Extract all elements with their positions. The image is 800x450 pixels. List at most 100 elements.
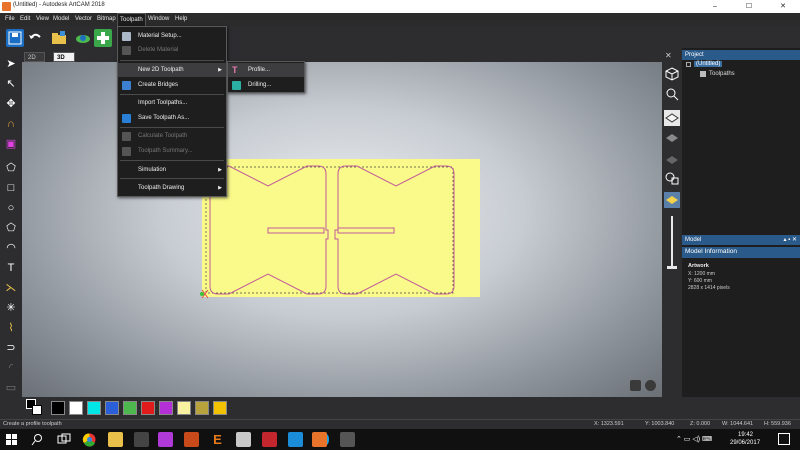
arc-icon[interactable]: ◠ <box>3 240 19 256</box>
menu-model[interactable]: Model <box>51 13 71 26</box>
menu-item-new-2d-toolpath[interactable]: New 2D Toolpath ▶ <box>118 63 226 77</box>
visual-studio-icon[interactable] <box>158 432 173 447</box>
menu-item-material-setup[interactable]: Material Setup... <box>118 29 226 43</box>
palette-swatch-olive[interactable] <box>195 401 209 415</box>
maximize-button[interactable]: ☐ <box>732 0 766 13</box>
menu-item-delete-material[interactable]: Delete Material <box>118 43 226 57</box>
file-explorer-icon[interactable] <box>108 432 123 447</box>
menu-item-label: Save Toolpath As... <box>138 115 190 121</box>
vector-path-icon[interactable]: ⋋ <box>3 280 19 296</box>
star-icon[interactable]: ✳ <box>3 300 19 316</box>
system-tray-icons[interactable]: ⌃ ▭ ◁) ⌨ <box>676 435 712 443</box>
menu-view[interactable]: View <box>34 13 51 26</box>
weld-icon[interactable]: ⌇ <box>3 320 19 336</box>
layer-gray-icon[interactable] <box>664 130 680 146</box>
text-icon[interactable]: T <box>3 260 19 276</box>
bitmap-layer-icon[interactable] <box>664 170 680 186</box>
node-edit-icon[interactable]: ↖ <box>3 76 19 92</box>
tab-2d-view[interactable]: 2D View <box>24 52 45 71</box>
status-h: H: 559.936 <box>764 421 791 427</box>
panel-close-icon[interactable]: ✕ <box>665 51 672 60</box>
menu-item-toolpath-drawing[interactable]: Toolpath Drawing ▶ <box>118 181 226 195</box>
close-button[interactable]: ✕ <box>766 0 800 13</box>
panel-pin-icon[interactable]: ▴ ▪ ✕ <box>784 235 798 245</box>
menu-item-import-toolpaths[interactable]: Import Toolpaths... <box>118 96 226 110</box>
menu-item-calculate-toolpath[interactable]: Calculate Toolpath <box>118 129 226 143</box>
palette-swatch-gold[interactable] <box>213 401 227 415</box>
tools-icon[interactable] <box>236 432 251 447</box>
chrome-icon[interactable] <box>82 432 97 447</box>
project-toolpaths-item[interactable]: Toolpaths <box>709 71 735 77</box>
undo-icon[interactable] <box>26 29 44 47</box>
submenu-arrow-icon: ▶ <box>218 67 222 73</box>
model-info-header[interactable]: Model Information <box>682 247 800 258</box>
palette-swatch-black[interactable] <box>51 401 65 415</box>
menu-file[interactable]: File <box>3 13 17 26</box>
menu-item-simulation[interactable]: Simulation ▶ <box>118 163 226 177</box>
magnet-icon[interactable]: ∩ <box>3 116 19 132</box>
circle-icon[interactable]: ○ <box>3 200 19 216</box>
menu-window[interactable]: Window <box>146 13 171 26</box>
menu-help[interactable]: Help <box>173 13 189 26</box>
menu-item-profile[interactable]: T Profile... <box>228 63 304 77</box>
project-root-item[interactable]: (Untitled) <box>694 61 723 67</box>
menu-item-toolpath-summary[interactable]: Toolpath Summary... <box>118 144 226 158</box>
arduino-icon[interactable] <box>288 432 303 447</box>
menu-item-drilling[interactable]: Drilling... <box>228 78 304 92</box>
open-folder-icon[interactable] <box>50 29 68 47</box>
windows-start-icon[interactable] <box>4 432 19 447</box>
opacity-slider-thumb[interactable] <box>667 266 677 269</box>
palette-swatch-green[interactable] <box>123 401 137 415</box>
artcam-taskbar-icon[interactable] <box>312 432 327 447</box>
clock-date[interactable]: 29/06/2017 <box>730 440 760 446</box>
menu-toolpath[interactable]: Toolpath <box>117 13 146 26</box>
view-cube-icon[interactable] <box>664 66 680 82</box>
palette-swatch-red[interactable] <box>141 401 155 415</box>
secondary-color-swatch[interactable] <box>32 405 42 415</box>
opacity-slider-track[interactable] <box>671 216 673 268</box>
minimize-button[interactable]: – <box>698 0 732 13</box>
tab-3d-view[interactable]: 3D View <box>53 52 75 71</box>
fillet-icon[interactable]: ◜ <box>3 360 19 376</box>
palette-swatch-cyan[interactable] <box>87 401 101 415</box>
menu-vector[interactable]: Vector <box>73 13 94 26</box>
palette-swatch-pale-yellow[interactable] <box>177 401 191 415</box>
layer-white-icon[interactable] <box>664 110 680 126</box>
menu-item-save-toolpath-as[interactable]: Save Toolpath As... <box>118 111 226 125</box>
action-center-icon[interactable] <box>778 433 790 445</box>
clock-time[interactable]: 19:42 <box>738 432 753 438</box>
solidworks-icon[interactable] <box>262 432 277 447</box>
polygon-icon[interactable]: ⬠ <box>3 220 19 236</box>
app-e-icon[interactable]: E <box>210 432 225 447</box>
save-icon[interactable] <box>6 29 24 47</box>
github-icon[interactable] <box>134 432 149 447</box>
menu-item-create-bridges[interactable]: Create Bridges <box>118 78 226 92</box>
polyline-icon[interactable]: ⬠ <box>3 160 19 176</box>
project-panel: Project (Untitled) Toolpaths <box>682 48 800 233</box>
menu-edit[interactable]: Edit <box>18 13 32 26</box>
palette-swatch-blue[interactable] <box>105 401 119 415</box>
rectangle-icon[interactable]: □ <box>3 180 19 196</box>
microphone-icon[interactable] <box>630 380 641 391</box>
extend-icon[interactable]: ▭ <box>3 380 19 396</box>
task-view-icon[interactable] <box>56 432 71 447</box>
palette-swatch-purple[interactable] <box>159 401 173 415</box>
transform-icon[interactable]: ✥ <box>3 96 19 112</box>
menu-item-label: Drilling... <box>248 82 272 88</box>
windows-taskbar: E ⌃ ▭ ◁) ⌨ 19:42 29/06/2017 <box>0 429 800 450</box>
add-icon[interactable] <box>94 29 112 47</box>
layer-yellow-icon[interactable] <box>664 192 680 208</box>
view-eye-icon[interactable] <box>74 29 92 47</box>
select-arrow-icon[interactable]: ➤ <box>3 56 19 72</box>
window-icon[interactable] <box>340 432 355 447</box>
tree-collapse-icon[interactable] <box>686 62 691 67</box>
zoom-icon[interactable] <box>664 86 680 102</box>
menu-bitmap[interactable]: Bitmap <box>95 13 118 26</box>
gimp-icon[interactable] <box>184 432 199 447</box>
snap-box-icon[interactable]: ▣ <box>3 136 19 152</box>
search-icon[interactable] <box>30 432 45 447</box>
offset-icon[interactable]: ⊃ <box>3 340 19 356</box>
palette-swatch-white[interactable] <box>69 401 83 415</box>
view-cube-toggle-icon[interactable] <box>645 380 656 391</box>
layer-dark-icon[interactable] <box>664 150 680 166</box>
